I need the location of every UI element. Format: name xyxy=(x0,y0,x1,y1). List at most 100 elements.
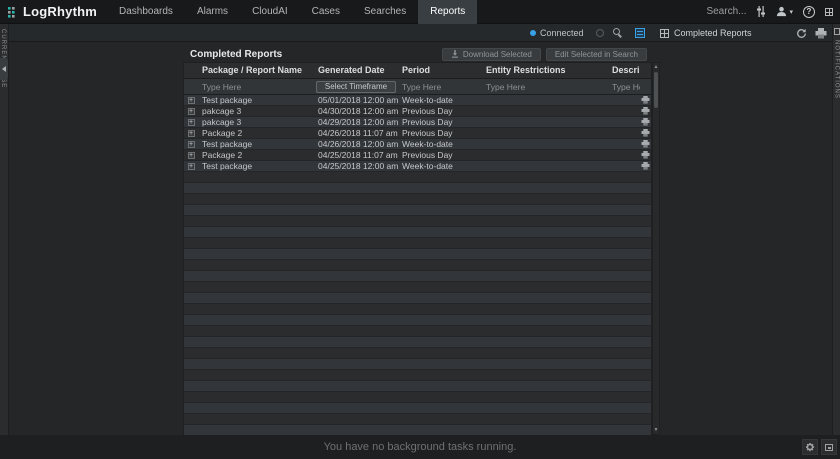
status-circle-icon xyxy=(596,29,604,37)
user-icon xyxy=(776,6,787,17)
page-title: Completed Reports xyxy=(183,49,282,60)
tab-cases[interactable]: Cases xyxy=(300,0,352,24)
row-print-icon[interactable] xyxy=(640,107,651,115)
row-print-icon[interactable] xyxy=(640,140,651,148)
tab-cloudai[interactable]: CloudAI xyxy=(240,0,300,24)
expand-icon[interactable]: + xyxy=(184,141,198,148)
edit-selected-in-search-button[interactable]: Edit Selected in Search xyxy=(546,48,647,61)
view-selector[interactable]: Completed Reports xyxy=(660,24,752,42)
empty-table-row xyxy=(184,293,651,304)
grid-icon xyxy=(660,29,669,38)
download-icon xyxy=(451,50,459,58)
toolbar-right-icons xyxy=(796,24,827,42)
logo-text: LogRhythm xyxy=(23,4,97,19)
tab-searches[interactable]: Searches xyxy=(352,0,418,24)
name-filter-input[interactable]: Type Here xyxy=(198,82,314,92)
toolbar-icons xyxy=(613,24,645,42)
panel-buttons: Download Selected Edit Selected in Searc… xyxy=(442,48,647,61)
current-case-expand-handle[interactable] xyxy=(0,58,8,80)
table-row[interactable]: +Package 204/26/2018 11:07 amPrevious Da… xyxy=(184,128,651,139)
empty-table-row xyxy=(184,271,651,282)
background-tasks-message: You have no background tasks running. xyxy=(324,441,517,453)
statusbar-icons xyxy=(802,439,837,455)
scroll-up-icon[interactable]: ▲ xyxy=(653,63,659,71)
sliders-icon[interactable] xyxy=(756,6,766,17)
expand-icon[interactable]: + xyxy=(184,119,198,126)
table-row[interactable]: +Test package04/26/2018 12:00 amWeek-to-… xyxy=(184,139,651,150)
table-row[interactable]: +Test package04/25/2018 12:00 amWeek-to-… xyxy=(184,161,651,172)
tab-dashboards[interactable]: Dashboards xyxy=(107,0,185,24)
cell-report-name: Test package xyxy=(198,139,314,150)
column-header-description: Description xyxy=(608,63,640,78)
table-row[interactable]: +Test package05/01/2018 12:00 amWeek-to-… xyxy=(184,95,651,106)
row-print-icon[interactable] xyxy=(640,162,651,170)
connected-label: Connected xyxy=(540,28,584,38)
help-icon[interactable]: ? xyxy=(803,6,815,18)
cell-generated-date: 05/01/2018 12:00 am xyxy=(314,95,398,106)
reports-toolbar: Connected Completed Reports xyxy=(9,24,832,42)
cell-period: Week-to-date xyxy=(398,95,482,106)
cell-period: Previous Day xyxy=(398,128,482,139)
row-print-icon[interactable] xyxy=(640,96,651,104)
search-icon[interactable] xyxy=(613,28,623,38)
empty-table-row xyxy=(184,337,651,348)
expand-icon[interactable]: + xyxy=(184,130,198,137)
empty-table-row xyxy=(184,216,651,227)
logrhythm-logo: LogRhythm xyxy=(0,4,97,19)
empty-table-row xyxy=(184,205,651,216)
panel-header: Completed Reports Download Selected Edit… xyxy=(183,46,660,62)
empty-table-row xyxy=(184,414,651,425)
scroll-down-icon[interactable]: ▼ xyxy=(653,426,659,434)
column-header-period: Period xyxy=(398,63,482,78)
notifications-label: NOTIFICATIONS xyxy=(834,40,840,99)
cell-generated-date: 04/26/2018 12:00 am xyxy=(314,139,398,150)
period-filter-input[interactable]: Type Here xyxy=(398,82,482,92)
connected-dot-icon xyxy=(530,30,536,36)
empty-table-row xyxy=(184,249,651,260)
window-toggle-button[interactable] xyxy=(821,439,837,455)
description-filter-input[interactable]: Type Here xyxy=(608,82,640,92)
cell-generated-date: 04/26/2018 11:07 am xyxy=(314,128,398,139)
settings-button[interactable] xyxy=(802,439,818,455)
expand-icon[interactable]: + xyxy=(184,97,198,104)
cell-period: Previous Day xyxy=(398,117,482,128)
main-content: Completed Reports Download Selected Edit… xyxy=(9,42,832,435)
refresh-icon[interactable] xyxy=(796,28,807,39)
table-row[interactable]: +pakcage 304/30/2018 12:00 amPrevious Da… xyxy=(184,106,651,117)
current-case-drawer[interactable]: CURRENT CASE xyxy=(0,24,9,435)
cell-period: Week-to-date xyxy=(398,139,482,150)
notifications-drawer[interactable]: NOTIFICATIONS xyxy=(832,24,840,435)
user-menu[interactable]: ▾ xyxy=(776,6,793,17)
completed-reports-table: Package / Report Name Generated Date Per… xyxy=(183,62,652,435)
table-header-row: Package / Report Name Generated Date Per… xyxy=(184,63,651,79)
select-timeframe-button[interactable]: Select Timeframe xyxy=(316,81,396,93)
table-row[interactable]: +Package 204/25/2018 11:07 amPrevious Da… xyxy=(184,150,651,161)
row-print-icon[interactable] xyxy=(640,129,651,137)
entity-filter-input[interactable]: Type Here xyxy=(482,82,608,92)
tab-alarms[interactable]: Alarms xyxy=(185,0,240,24)
expand-column-header xyxy=(184,63,198,78)
expand-icon[interactable]: + xyxy=(184,108,198,115)
table-body: +Test package05/01/2018 12:00 amWeek-to-… xyxy=(184,95,651,436)
table-row[interactable]: +pakcage 304/29/2018 12:00 amPrevious Da… xyxy=(184,117,651,128)
apps-icon[interactable] xyxy=(825,8,833,16)
print-icon[interactable] xyxy=(815,28,827,39)
empty-table-row xyxy=(184,315,651,326)
cell-report-name: Test package xyxy=(198,95,314,106)
cell-report-name: Test package xyxy=(198,161,314,172)
download-selected-button[interactable]: Download Selected xyxy=(442,48,541,61)
search-input[interactable]: Search... xyxy=(706,6,746,17)
empty-table-row xyxy=(184,172,651,183)
report-view-icon[interactable] xyxy=(635,28,645,38)
table-scrollbar[interactable]: ▲ ▼ xyxy=(652,62,660,435)
tab-reports[interactable]: Reports xyxy=(418,0,477,24)
expand-icon[interactable]: + xyxy=(184,163,198,170)
topbar-right-cluster: Search... ▾ ? xyxy=(706,6,840,18)
cell-generated-date: 04/25/2018 11:07 am xyxy=(314,150,398,161)
row-print-icon[interactable] xyxy=(640,151,651,159)
row-print-icon[interactable] xyxy=(640,118,651,126)
expand-icon[interactable]: + xyxy=(184,152,198,159)
empty-table-row xyxy=(184,370,651,381)
cell-generated-date: 04/25/2018 12:00 am xyxy=(314,161,398,172)
scrollbar-thumb[interactable] xyxy=(654,72,658,108)
